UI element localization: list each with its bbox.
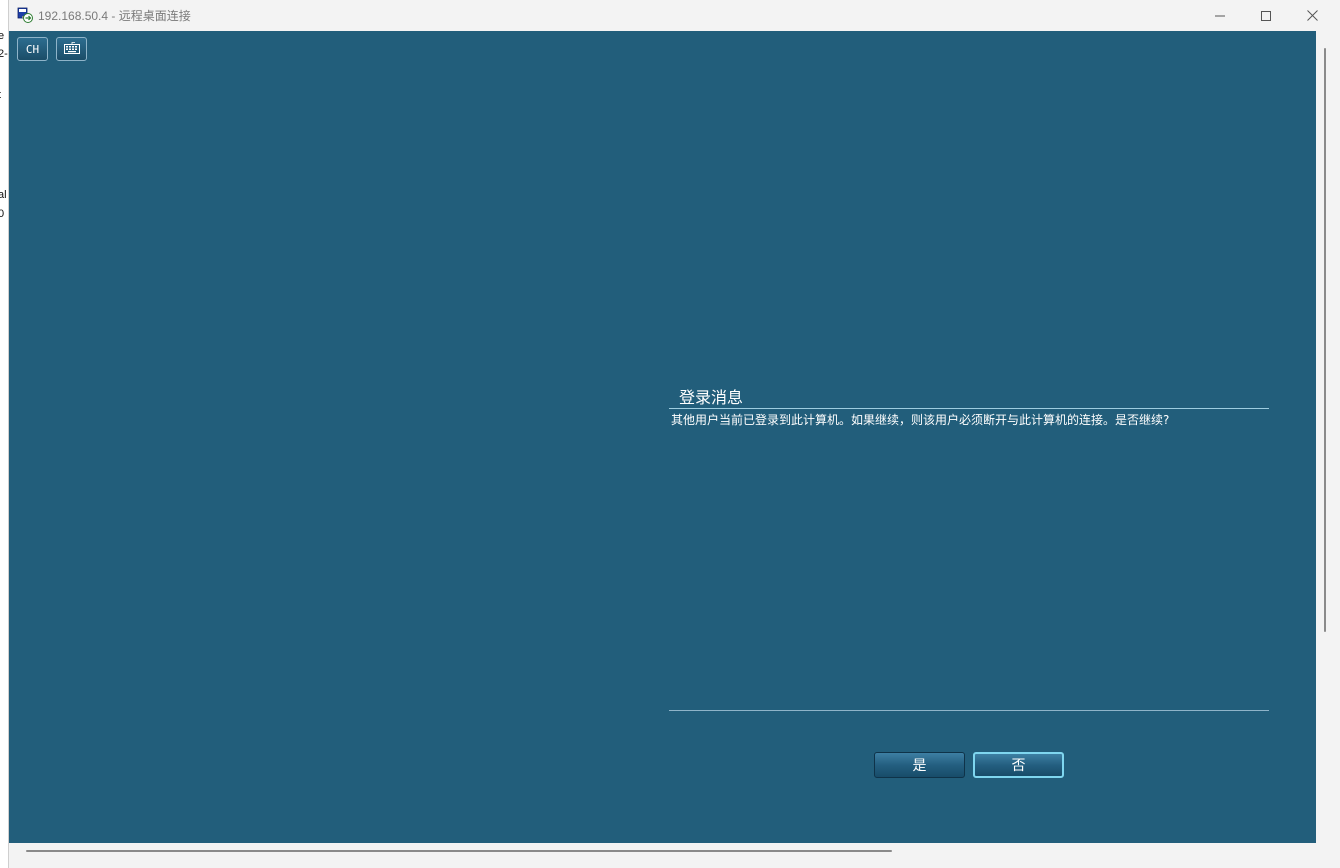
close-icon [1306,6,1318,25]
keyboard-icon [63,41,80,57]
language-label: CH [25,42,40,56]
background-text-fragment: 2- [0,48,8,60]
yes-button[interactable]: 是 [874,752,965,778]
minimize-icon [1215,6,1225,25]
background-text-fragment: 0 [0,208,5,220]
yes-button-label: 是 [912,758,927,774]
remote-desktop-window: 192.168.50.4 - 远程桌面连接 CH 登录消息 其他用户当前已登录到… [8,0,1340,868]
minimize-button[interactable] [1197,0,1243,31]
background-text-fragment: e [0,30,5,42]
on-screen-keyboard-button[interactable] [56,37,87,61]
window-title: 192.168.50.4 - 远程桌面连接 [38,9,191,23]
divider [669,408,1269,409]
no-button[interactable]: 否 [973,752,1064,778]
no-button-label: 否 [1011,758,1026,774]
horizontal-scrollbar-thumb[interactable] [26,850,892,852]
background-text-fragment: t [0,89,1,101]
horizontal-scrollbar[interactable] [9,843,1340,868]
background-window-strip: e 2- t al 0 [0,0,8,868]
remote-desktop-icon[interactable] [17,7,33,23]
dialog-message: 其他用户当前已登录到此计算机。如果继续，则该用户必须断开与此计算机的连接。是否继… [671,413,1170,427]
remote-session-area[interactable]: CH 登录消息 其他用户当前已登录到此计算机。如果继续，则该用户必须断开与此计算… [9,31,1316,843]
language-button[interactable]: CH [17,37,48,61]
maximize-icon [1261,6,1271,25]
title-bar[interactable]: 192.168.50.4 - 远程桌面连接 [9,0,1340,31]
close-button[interactable] [1289,0,1335,31]
vertical-scrollbar[interactable] [1316,31,1340,843]
vertical-scrollbar-thumb[interactable] [1324,48,1326,632]
divider [669,710,1269,711]
background-text-fragment: al [0,189,7,201]
dialog-title: 登录消息 [679,388,744,407]
maximize-button[interactable] [1243,0,1289,31]
